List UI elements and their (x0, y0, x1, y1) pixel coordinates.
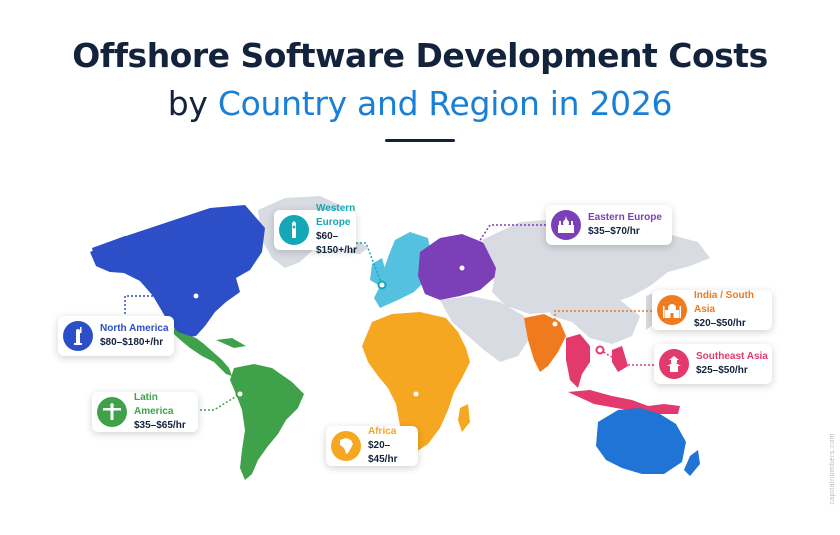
marker-latin-america (235, 389, 245, 399)
region-rate-western-europe: $60–$150+/hr (316, 231, 357, 256)
marker-western-europe (377, 280, 387, 290)
region-name-western-europe: Western Europe (316, 203, 356, 228)
leader-southeast-asia (599, 349, 658, 366)
caribbean-region (216, 338, 246, 348)
taj-mahal-icon (663, 304, 681, 318)
badge-western-europe (279, 215, 309, 245)
southeast-asia-region (566, 334, 590, 388)
callout-eastern-europe: Eastern Europe $35–$70/hr (546, 205, 672, 245)
big-ben-icon (292, 221, 296, 238)
world-map (90, 196, 710, 480)
region-rate-north-america: $80–$180+/hr (100, 337, 164, 348)
region-rate-southeast-asia: $25–$50/hr (696, 365, 748, 376)
new-zealand-region (684, 450, 700, 476)
region-rate-eastern-europe: $35–$70/hr (588, 226, 640, 237)
callout-north-america: North America $80–$180+/hr (58, 316, 174, 356)
region-rate-latin-america: $35–$65/hr (134, 420, 186, 431)
pagoda-icon (667, 356, 681, 372)
madagascar-region (458, 404, 470, 432)
callout-africa: Africa $20–$45/hr (326, 426, 418, 466)
marker-north-america (191, 291, 201, 301)
callout-text-north-america: North America $80–$180+/hr (100, 322, 169, 350)
callout-text-southeast-asia: Southeast Asia $25–$50/hr (696, 350, 768, 378)
marker-india (550, 319, 560, 329)
leader-latin-america (196, 393, 241, 411)
region-name-southeast-asia: Southeast Asia (696, 351, 768, 362)
kremlin-icon (558, 216, 574, 233)
region-rate-india: $20–$50/hr (694, 318, 746, 329)
callout-southeast-asia: Southeast Asia $25–$50/hr (654, 344, 772, 384)
region-name-eastern-europe: Eastern Europe (588, 212, 662, 223)
marker-africa (411, 389, 421, 399)
africa-continent-icon (340, 438, 353, 454)
callout-text-africa: Africa $20–$45/hr (368, 425, 418, 467)
australia-region (596, 408, 686, 474)
callout-text-eastern-europe: Eastern Europe $35–$70/hr (588, 211, 662, 239)
statue-of-liberty-icon (74, 327, 82, 345)
region-name-north-america: North America (100, 323, 169, 334)
south-america-region (230, 364, 304, 480)
marker-southeast-asia (595, 345, 605, 355)
callout-western-europe: Western Europe $60–$150+/hr (274, 203, 357, 256)
badge-north-america (63, 321, 93, 351)
badge-india (657, 295, 687, 325)
callout-text-latin-america: Latin America $35–$65/hr (134, 391, 198, 433)
region-rate-africa: $20–$45/hr (368, 440, 398, 465)
callout-text-western-europe: Western Europe $60–$150+/hr (316, 202, 357, 258)
callout-latin-america: Latin America $35–$65/hr (92, 392, 198, 432)
region-name-latin-america: Latin America (134, 392, 174, 417)
india-region (524, 314, 566, 372)
badge-southeast-asia (659, 349, 689, 379)
badge-africa (331, 431, 361, 461)
christ-redeemer-icon (103, 403, 121, 420)
region-name-india: India / South Asia (694, 290, 754, 315)
badge-latin-america (97, 397, 127, 427)
watermark: capitalnumbers.com (829, 433, 836, 505)
callout-text-india: India / South Asia $20–$50/hr (694, 289, 772, 331)
callout-india: India / South Asia $20–$50/hr (652, 290, 772, 330)
marker-eastern-europe (457, 263, 467, 273)
region-name-africa: Africa (368, 426, 397, 437)
badge-eastern-europe (551, 210, 581, 240)
